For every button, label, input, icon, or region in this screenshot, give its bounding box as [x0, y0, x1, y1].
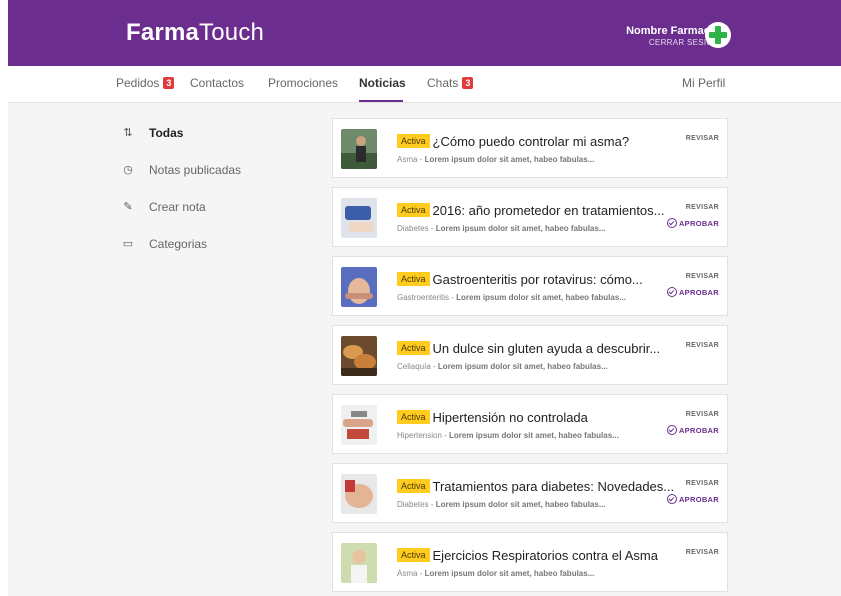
check-circle-icon: [666, 425, 677, 435]
review-button[interactable]: REVISAR: [686, 549, 719, 556]
tab-noticias[interactable]: Noticias: [359, 76, 406, 90]
logo-light: Touch: [199, 19, 265, 46]
main-nav: Pedidos 3 Contactos Promociones Noticias …: [8, 66, 841, 103]
sidebar-item-todas[interactable]: ⇅ Todas: [121, 126, 291, 142]
clock-icon: ◷: [123, 164, 133, 176]
note-title[interactable]: Ejercicios Respiratorios contra el Asma: [433, 548, 658, 563]
note-excerpt: Lorem ipsum dolor sit amet, habeo fabula…: [456, 293, 626, 302]
note-card[interactable]: Activa Gastroenteritis por rotavirus: cóm…: [332, 256, 728, 316]
note-title[interactable]: ¿Cómo puedo controlar mi asma?: [433, 134, 630, 149]
note-card[interactable]: Activa Hipertensión no controlada Hiperte…: [332, 394, 728, 454]
note-category: Asma: [397, 155, 418, 164]
note-category: Diabetes: [397, 500, 429, 509]
sidebar-item-categorias[interactable]: ▭ Categorias: [121, 237, 291, 253]
sidebar-item-label: Todas: [149, 126, 184, 140]
status-badge: Activa: [397, 203, 430, 217]
note-thumbnail: [341, 336, 377, 376]
sidebar-item-label: Categorias: [149, 237, 208, 251]
note-thumbnail: [341, 543, 377, 583]
approve-label: APROBAR: [678, 426, 719, 435]
folder-icon: ▭: [122, 238, 134, 250]
app-logo[interactable]: FarmaTouch: [126, 19, 264, 47]
note-category: Asma: [397, 569, 418, 578]
note-card[interactable]: Activa Un dulce sin gluten ayuda a descub…: [332, 325, 728, 385]
active-tab-indicator: [359, 100, 403, 102]
note-card[interactable]: Activa 2016: año prometedor en tratamient…: [332, 187, 728, 247]
note-card[interactable]: Activa ¿Cómo puedo controlar mi asma? Asm…: [332, 118, 728, 178]
note-category: Gastroenteritis: [397, 293, 450, 302]
status-badge: Activa: [397, 479, 430, 493]
check-circle-icon: [666, 218, 677, 228]
tab-chats-label: Chats: [427, 76, 459, 90]
approve-button[interactable]: APROBAR: [666, 494, 719, 504]
approve-button[interactable]: APROBAR: [666, 425, 719, 435]
review-button[interactable]: REVISAR: [686, 135, 719, 142]
top-bar: FarmaTouch Nombre Farmacia CERRAR SESIÓN: [8, 0, 841, 66]
sidebar-item-notas-publicadas[interactable]: ◷ Notas publicadas: [121, 163, 291, 179]
note-title[interactable]: Tratamientos para diabetes: Novedades...: [433, 479, 675, 494]
approve-label: APROBAR: [678, 495, 719, 504]
check-circle-icon: [666, 494, 677, 504]
approve-label: APROBAR: [678, 219, 719, 228]
note-title[interactable]: Gastroenteritis por rotavirus: cómo...: [433, 272, 643, 287]
review-button[interactable]: REVISAR: [686, 411, 719, 418]
tab-contactos[interactable]: Contactos: [190, 76, 244, 90]
tab-mi-perfil[interactable]: Mi Perfil: [682, 76, 725, 90]
edit-icon: ✎: [123, 201, 133, 213]
note-card[interactable]: Activa Tratamientos para diabetes: Noveda…: [332, 463, 728, 523]
status-badge: Activa: [397, 548, 430, 562]
note-thumbnail: [341, 474, 377, 514]
note-thumbnail: [341, 267, 377, 307]
tab-promociones[interactable]: Promociones: [268, 76, 338, 90]
note-card[interactable]: Activa Ejercicios Respiratorios contra el…: [332, 532, 728, 592]
note-excerpt: Lorem ipsum dolor sit amet, habeo fabula…: [449, 431, 619, 440]
logo-bold: Farma: [126, 19, 200, 46]
note-excerpt: Lorem ipsum dolor sit amet, habeo fabula…: [435, 224, 606, 233]
note-thumbnail: [341, 129, 377, 169]
note-title[interactable]: Hipertensión no controlada: [433, 410, 588, 425]
note-title[interactable]: 2016: año prometedor en tratamientos...: [433, 203, 665, 218]
review-button[interactable]: REVISAR: [686, 342, 719, 349]
status-badge: Activa: [397, 410, 430, 424]
note-excerpt: Lorem ipsum dolor sit amet, habeo fabula…: [435, 500, 606, 509]
note-category: Celiaquía: [397, 362, 431, 371]
check-circle-icon: [666, 287, 677, 297]
pedidos-badge: 3: [163, 77, 175, 89]
sidebar-item-crear-nota[interactable]: ✎ Crear nota: [121, 200, 291, 216]
status-badge: Activa: [397, 272, 430, 286]
note-title[interactable]: Un dulce sin gluten ayuda a descubrir...: [433, 341, 661, 356]
tab-pedidos[interactable]: Pedidos 3: [116, 76, 175, 90]
note-excerpt: Lorem ipsum dolor sit amet, habeo fabula…: [437, 362, 608, 371]
review-button[interactable]: REVISAR: [686, 204, 719, 211]
sidebar-item-label: Crear nota: [149, 200, 206, 214]
sort-arrows-icon: ⇅: [123, 127, 133, 139]
note-thumbnail: [341, 198, 377, 238]
status-badge: Activa: [397, 341, 430, 355]
note-excerpt: Lorem ipsum dolor sit amet, habeo fabula…: [424, 155, 595, 164]
note-excerpt: Lorem ipsum dolor sit amet, habeo fabula…: [424, 569, 595, 578]
note-thumbnail: [341, 405, 377, 445]
note-category: Diabetes: [397, 224, 429, 233]
chats-badge: 3: [462, 77, 474, 89]
note-category: Hipertension: [397, 431, 442, 440]
app-frame: FarmaTouch Nombre Farmacia CERRAR SESIÓN…: [8, 0, 841, 596]
approve-button[interactable]: APROBAR: [666, 287, 719, 297]
tab-chats[interactable]: Chats 3: [427, 76, 474, 90]
tab-pedidos-label: Pedidos: [116, 76, 160, 90]
sidebar-item-label: Notas publicadas: [149, 163, 242, 177]
review-button[interactable]: REVISAR: [686, 273, 719, 280]
review-button[interactable]: REVISAR: [686, 480, 719, 487]
approve-label: APROBAR: [678, 288, 719, 297]
status-badge: Activa: [397, 134, 430, 148]
pharmacy-cross-icon[interactable]: [705, 22, 731, 48]
approve-button[interactable]: APROBAR: [666, 218, 719, 228]
